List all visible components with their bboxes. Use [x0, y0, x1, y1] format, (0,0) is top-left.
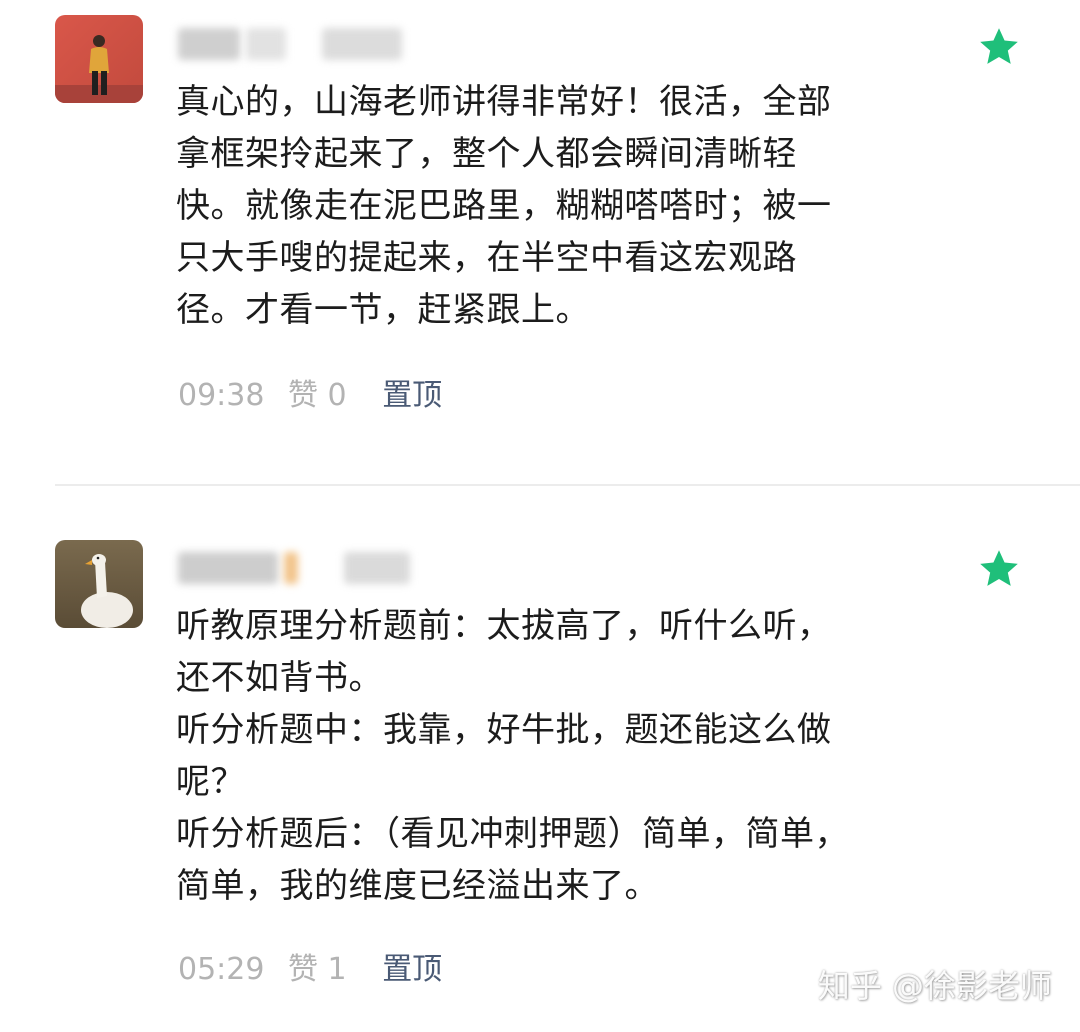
comment-line: 拿框架拎起来了，整个人都会瞬间清晰轻	[176, 134, 797, 174]
comment-list: 真心的，山海老师讲得非常好！很活，全部 拿框架拎起来了，整个人都会瞬间清晰轻 快…	[0, 0, 1080, 1032]
comment-line: 呢？	[176, 762, 245, 802]
comment-line: 快。就像走在泥巴路里，糊糊嗒嗒时；被一	[176, 186, 832, 226]
pin-button[interactable]: 置顶	[382, 952, 442, 987]
watermark: 知乎 @徐影老师	[817, 967, 1052, 1005]
username-blurred[interactable]	[172, 22, 432, 68]
comment-line: 径。才看一节，赶紧跟上。	[176, 290, 590, 330]
blurred-name-part	[178, 28, 240, 60]
username-blurred[interactable]	[172, 546, 432, 592]
comment-meta: 05:29 赞 1 置顶	[178, 948, 442, 992]
comment-item: 真心的，山海老师讲得非常好！很活，全部 拿框架拎起来了，整个人都会瞬间清晰轻 快…	[0, 0, 1080, 484]
blurred-name-part	[322, 28, 402, 60]
blurred-badge	[284, 552, 298, 584]
comment-line: 只大手嗖的提起来，在半空中看这宏观路	[176, 238, 797, 278]
comment-line: 真心的，山海老师讲得非常好！很活，全部	[176, 82, 832, 122]
goose-photo-avatar	[55, 540, 143, 628]
blurred-name-part	[178, 552, 278, 584]
comment-line: 简单，我的维度已经溢出来了。	[176, 866, 659, 906]
comment-meta: 09:38 赞 0 置顶	[178, 374, 442, 418]
blurred-name-part	[344, 552, 410, 584]
avatar[interactable]	[55, 540, 143, 628]
comment-time: 09:38	[178, 378, 265, 413]
like-count[interactable]: 赞 1	[288, 952, 347, 987]
comment-time: 05:29	[178, 952, 265, 987]
comment-item: 听教原理分析题前：太拔高了，听什么听， 还不如背书。 听分析题中：我靠，好牛批，…	[0, 486, 1080, 1032]
pin-button[interactable]: 置顶	[382, 378, 442, 413]
blurred-name-part	[246, 28, 286, 60]
like-count[interactable]: 赞 0	[288, 378, 347, 413]
comment-line: 还不如背书。	[176, 658, 383, 698]
star-icon[interactable]	[976, 546, 1022, 592]
comment-line: 听分析题后：（看见冲刺押题）简单，简单，	[176, 814, 849, 854]
star-icon[interactable]	[976, 24, 1022, 70]
avatar[interactable]	[55, 15, 143, 103]
comment-text: 听教原理分析题前：太拔高了，听什么听， 还不如背书。 听分析题中：我靠，好牛批，…	[176, 600, 876, 912]
person-photo-avatar	[55, 15, 143, 103]
comment-text: 真心的，山海老师讲得非常好！很活，全部 拿框架拎起来了，整个人都会瞬间清晰轻 快…	[176, 76, 876, 336]
comment-line: 听分析题中：我靠，好牛批，题还能这么做	[176, 710, 832, 750]
comment-line: 听教原理分析题前：太拔高了，听什么听，	[176, 606, 832, 646]
